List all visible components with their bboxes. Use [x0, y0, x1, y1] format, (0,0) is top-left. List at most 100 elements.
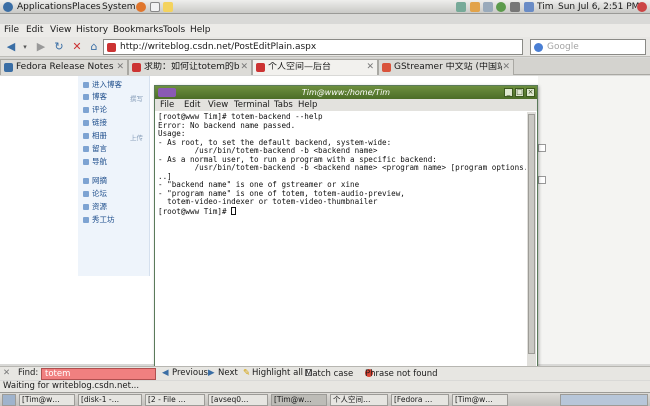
tab-fedora-release-notes[interactable]: Fedora Release Notes ✕: [0, 59, 128, 75]
sidebar-item[interactable]: 链接: [83, 118, 107, 128]
page-checkbox[interactable]: [538, 144, 546, 152]
home-button[interactable]: ⌂: [87, 40, 101, 54]
tab-label: Fedora Release Notes: [16, 62, 114, 72]
url-bar[interactable]: http://writeblog.csdn.net/PostEditPlain.…: [103, 39, 523, 55]
menu-tools[interactable]: Tools: [163, 25, 185, 36]
highlight-icon[interactable]: ✎: [243, 368, 250, 379]
sidebar-item[interactable]: 导航: [83, 157, 107, 167]
menu-file[interactable]: File: [4, 25, 19, 36]
terminal-menu-view[interactable]: View: [208, 100, 228, 110]
tab-label: 求助：如何让totem的bac…: [144, 62, 240, 72]
csdn-favicon-icon: [256, 63, 265, 72]
terminal-title: Tim@www:/home/Tim: [301, 88, 391, 97]
volume-tray-icon[interactable]: [510, 2, 520, 12]
terminal-menu-help[interactable]: Help: [298, 100, 317, 110]
stop-button[interactable]: ✕: [70, 40, 84, 54]
find-previous-button[interactable]: Previous: [172, 368, 208, 379]
globe-tray-icon[interactable]: [496, 2, 506, 12]
terminal-window[interactable]: Tim@www:/home/Tim _ □ × File Edit View T…: [154, 85, 538, 373]
sidebar-item[interactable]: 论坛: [83, 189, 107, 199]
update-tray-icon[interactable]: [470, 2, 480, 12]
back-history-icon[interactable]: ▾: [18, 40, 32, 54]
sidebar-item[interactable]: 秀工坊: [83, 215, 115, 225]
gnome-top-panel: Applications Places System Tim Sun Jul 6…: [0, 0, 650, 14]
taskbar-item[interactable]: [disk-1 -…: [78, 394, 142, 406]
taskbar-item[interactable]: [Tim@w…: [19, 394, 75, 406]
menu-view[interactable]: View: [50, 25, 71, 36]
sidebar-hint[interactable]: 上传: [130, 132, 143, 142]
find-next-icon[interactable]: ▶: [208, 368, 215, 379]
find-close-icon[interactable]: ✕: [3, 368, 10, 379]
tab-gstreamer[interactable]: GStreamer 中文站 (中国站) ✕: [378, 59, 514, 75]
status-text: Waiting for writeblog.csdn.net...: [3, 381, 140, 391]
taskbar-item[interactable]: [Fedora …: [391, 394, 449, 406]
clipboard-tray-icon[interactable]: [483, 2, 493, 12]
terminal-scrollbar-thumb[interactable]: [528, 114, 535, 354]
close-button[interactable]: ×: [526, 88, 535, 97]
show-desktop-button[interactable]: [2, 394, 16, 406]
maximize-button[interactable]: □: [515, 88, 524, 97]
sidebar-item[interactable]: 网摘: [83, 176, 107, 186]
menu-edit[interactable]: Edit: [26, 25, 43, 36]
terminal-menu-terminal[interactable]: Terminal: [234, 100, 270, 110]
search-input[interactable]: Google: [530, 39, 646, 55]
terminal-menu-tabs[interactable]: Tabs: [274, 100, 293, 110]
close-tab-icon[interactable]: ✕: [502, 62, 510, 72]
sidebar-item[interactable]: 留言: [83, 144, 107, 154]
close-tab-icon[interactable]: ✕: [116, 62, 124, 72]
sidebar-item[interactable]: 评论: [83, 105, 107, 115]
menu-bookmarks[interactable]: Bookmarks: [113, 25, 163, 36]
close-tab-icon[interactable]: ✕: [366, 62, 374, 72]
page-checkbox[interactable]: [538, 176, 546, 184]
workspace-switcher[interactable]: [560, 394, 648, 406]
taskbar-item[interactable]: [2 - File …: [145, 394, 205, 406]
highlight-all-button[interactable]: Highlight all: [252, 368, 303, 379]
csdn-favicon-icon: [132, 63, 141, 72]
close-tab-icon[interactable]: ✕: [240, 62, 248, 72]
terminal-menu-edit[interactable]: Edit: [184, 100, 200, 110]
reload-button[interactable]: ↻: [52, 40, 66, 54]
sidebar-hint[interactable]: 撰写: [130, 93, 143, 103]
find-input[interactable]: totem: [41, 368, 156, 380]
fedora-logo-icon[interactable]: [3, 2, 13, 12]
terminal-scrollbar[interactable]: [527, 112, 536, 372]
sidebar-item[interactable]: 进入博客: [83, 80, 122, 90]
find-next-button[interactable]: Next: [218, 368, 238, 379]
fedora-favicon-icon: [4, 63, 13, 72]
panel-clock[interactable]: Sun Jul 6, 2:51 PM: [558, 1, 639, 13]
tab-totem-question[interactable]: 求助：如何让totem的bac… ✕: [128, 59, 252, 75]
taskbar-item[interactable]: 个人空间…: [330, 394, 388, 406]
terminal-menu-file[interactable]: File: [160, 100, 174, 110]
tab-label: GStreamer 中文站 (中国站): [394, 62, 502, 72]
network-tray-icon[interactable]: [456, 2, 466, 12]
terminal-line: totem-video-indexer or totem-video-thumb…: [158, 197, 378, 206]
site-favicon-icon: [107, 43, 116, 52]
places-menu[interactable]: Places: [72, 1, 101, 13]
mail-launcher-icon[interactable]: [150, 2, 160, 12]
system-menu[interactable]: System: [102, 1, 136, 13]
applications-menu[interactable]: Applications: [17, 1, 72, 13]
taskbar-item[interactable]: [Tim@w…: [271, 394, 327, 406]
sidebar-item[interactable]: 博客: [83, 92, 107, 102]
tab-personal-space[interactable]: 个人空间—后台 ✕: [252, 59, 378, 75]
terminal-titlebar[interactable]: Tim@www:/home/Tim _ □ ×: [155, 86, 537, 99]
back-button[interactable]: ◀: [4, 40, 18, 54]
not-found-text: Phrase not found: [365, 369, 438, 379]
taskbar-item[interactable]: [avseq0…: [208, 394, 268, 406]
find-previous-icon[interactable]: ◀: [162, 368, 169, 379]
menu-history[interactable]: History: [76, 25, 108, 36]
power-icon[interactable]: [637, 2, 647, 12]
minimize-button[interactable]: _: [504, 88, 513, 97]
sidebar-item[interactable]: 资源: [83, 202, 107, 212]
taskbar-item[interactable]: [Tim@w…: [452, 394, 508, 406]
user-name[interactable]: Tim: [537, 1, 554, 13]
firefox-launcher-icon[interactable]: [136, 2, 146, 12]
blog-sidebar: 进入博客 博客 撰写 评论 链接 相册 上传 留言 导航 网摘 论坛 资源 秀工…: [78, 76, 150, 276]
forward-button[interactable]: ▶: [34, 40, 48, 54]
menu-help[interactable]: Help: [190, 25, 211, 36]
tab-label: 个人空间—后台: [268, 62, 332, 72]
notes-launcher-icon[interactable]: [163, 2, 173, 12]
terminal-output[interactable]: [root@www Tim]# totem-backend --help Erro…: [158, 113, 526, 371]
terminal-prompt: [root@www Tim]#: [158, 206, 232, 216]
sidebar-item[interactable]: 相册: [83, 131, 107, 141]
